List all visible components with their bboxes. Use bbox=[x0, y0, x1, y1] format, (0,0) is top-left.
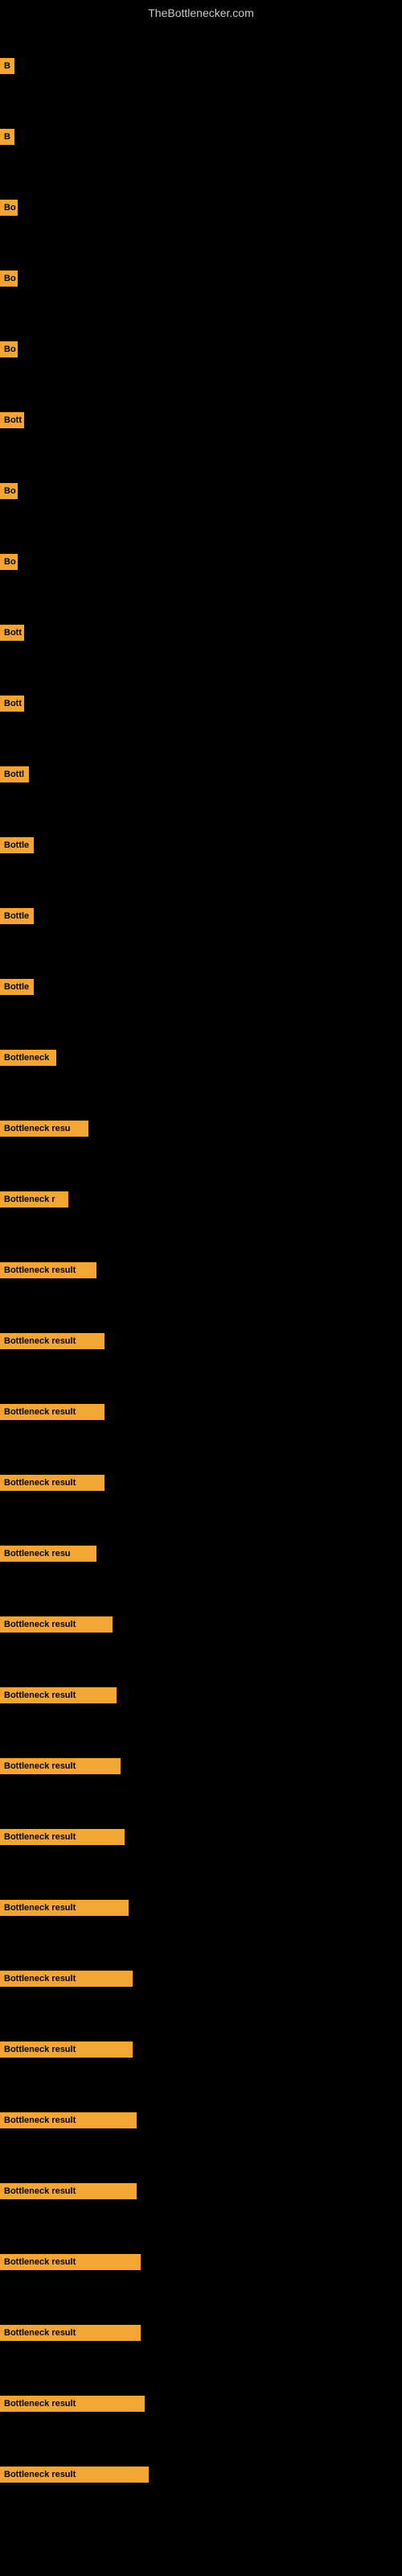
bar-label: Bottle bbox=[0, 837, 34, 853]
bar-label: Bottleneck result bbox=[0, 2325, 141, 2341]
bar-row: Bott bbox=[0, 597, 402, 668]
bar-label: Bottleneck result bbox=[0, 2396, 145, 2412]
bar-row: Bottleneck result bbox=[0, 2156, 402, 2227]
bar-label: Bo bbox=[0, 200, 18, 216]
bar-row: Bottleneck result bbox=[0, 1802, 402, 1872]
bar-label: Bottleneck result bbox=[0, 1900, 129, 1916]
bar-label: Bottleneck resu bbox=[0, 1121, 88, 1137]
bar-row: Bo bbox=[0, 456, 402, 526]
bar-row: Bottleneck r bbox=[0, 1164, 402, 1235]
bar-label: B bbox=[0, 58, 14, 74]
bar-row: Bottleneck resu bbox=[0, 1518, 402, 1589]
bar-label: Bottleneck result bbox=[0, 1687, 117, 1703]
bar-row: Bottleneck bbox=[0, 1022, 402, 1093]
bar-label: Bo bbox=[0, 341, 18, 357]
bar-row: B bbox=[0, 101, 402, 172]
bar-row: Bottleneck result bbox=[0, 1589, 402, 1660]
bar-row: Bo bbox=[0, 526, 402, 597]
bar-row: Bottleneck result bbox=[0, 1447, 402, 1518]
site-title: TheBottlenecker.com bbox=[0, 0, 402, 23]
bar-label: B bbox=[0, 129, 14, 145]
bar-label: Bo bbox=[0, 483, 18, 499]
bar-row: Bottleneck result bbox=[0, 2014, 402, 2085]
bar-label: Bottl bbox=[0, 766, 29, 782]
bar-label: Bottleneck result bbox=[0, 2467, 149, 2483]
bar-label: Bottleneck r bbox=[0, 1191, 68, 1208]
bar-row: Bottleneck result bbox=[0, 2085, 402, 2156]
bar-row: Bott bbox=[0, 385, 402, 456]
bar-row: Bo bbox=[0, 243, 402, 314]
bar-label: Bo bbox=[0, 554, 18, 570]
bar-row: Bottleneck result bbox=[0, 1943, 402, 2014]
bar-label: Bottleneck result bbox=[0, 1758, 121, 1774]
bar-label: Bottleneck result bbox=[0, 1404, 105, 1420]
bar-row: Bottl bbox=[0, 739, 402, 810]
bar-label: Bott bbox=[0, 625, 24, 641]
bar-label: Bott bbox=[0, 696, 24, 712]
bar-row: Bottleneck result bbox=[0, 1306, 402, 1377]
bar-label: Bott bbox=[0, 412, 24, 428]
bar-row: Bo bbox=[0, 172, 402, 243]
bar-label: Bottleneck result bbox=[0, 1475, 105, 1491]
bar-row: Bottle bbox=[0, 810, 402, 881]
bar-row: Bottleneck result bbox=[0, 1872, 402, 1943]
bars-container: B B Bo Bo Bo Bott Bo Bo Bott Bott Bottl Bottle Bottl… bbox=[0, 23, 402, 2510]
bar-row: Bottleneck result bbox=[0, 2297, 402, 2368]
bar-row: Bott bbox=[0, 668, 402, 739]
bar-label: Bottleneck result bbox=[0, 1971, 133, 1987]
bar-row: Bottleneck result bbox=[0, 2439, 402, 2510]
bar-label: Bottleneck result bbox=[0, 2041, 133, 2058]
bar-label: Bottleneck result bbox=[0, 1333, 105, 1349]
bar-row: Bottleneck resu bbox=[0, 1093, 402, 1164]
bar-label: Bottleneck result bbox=[0, 1616, 113, 1633]
bar-row: Bottleneck result bbox=[0, 2227, 402, 2297]
bar-row: B bbox=[0, 31, 402, 101]
bar-label: Bottleneck result bbox=[0, 1262, 96, 1278]
bar-label: Bottleneck result bbox=[0, 2183, 137, 2199]
bar-row: Bo bbox=[0, 314, 402, 385]
bar-row: Bottleneck result bbox=[0, 2368, 402, 2439]
bar-row: Bottleneck result bbox=[0, 1235, 402, 1306]
bar-label: Bottleneck bbox=[0, 1050, 56, 1066]
bar-row: Bottleneck result bbox=[0, 1731, 402, 1802]
bar-label: Bo bbox=[0, 270, 18, 287]
bar-row: Bottleneck result bbox=[0, 1377, 402, 1447]
bar-label: Bottle bbox=[0, 908, 34, 924]
bar-label: Bottleneck result bbox=[0, 2254, 141, 2270]
bar-label: Bottleneck result bbox=[0, 1829, 125, 1845]
bar-label: Bottleneck result bbox=[0, 2112, 137, 2128]
bar-row: Bottleneck result bbox=[0, 1660, 402, 1731]
bar-label: Bottle bbox=[0, 979, 34, 995]
bar-row: Bottle bbox=[0, 952, 402, 1022]
bar-label: Bottleneck resu bbox=[0, 1546, 96, 1562]
bar-row: Bottle bbox=[0, 881, 402, 952]
